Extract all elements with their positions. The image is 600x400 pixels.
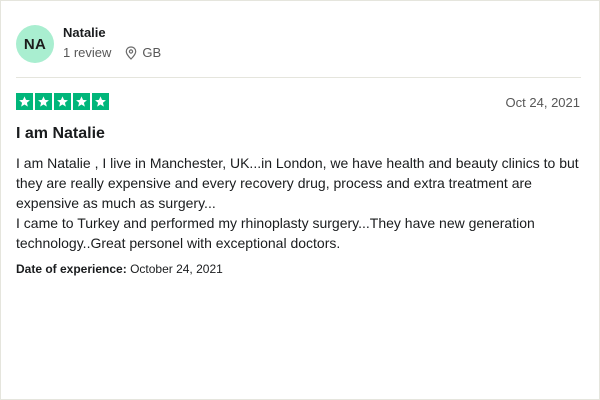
date-of-experience: Date of experience: October 24, 2021 — [16, 262, 223, 276]
star-icon — [16, 93, 33, 110]
location-pin-icon — [125, 45, 137, 60]
review-paragraph: I am Natalie , I live in Manchester, UK.… — [16, 155, 579, 211]
star-icon — [54, 93, 71, 110]
review-title[interactable]: I am Natalie — [16, 125, 105, 143]
experience-label: Date of experience: — [16, 262, 127, 276]
review-date: Oct 24, 2021 — [505, 95, 580, 110]
experience-date: October 24, 2021 — [130, 262, 223, 276]
avatar[interactable]: NA — [16, 25, 54, 63]
avatar-initials: NA — [23, 35, 47, 53]
reviewer-name[interactable]: Natalie — [63, 25, 106, 40]
review-count: 1 review — [63, 45, 112, 60]
review-paragraph: I came to Turkey and performed my rhinop… — [16, 215, 535, 251]
star-icon — [35, 93, 52, 110]
review-card: NA Natalie 1 review GB Oct 24, 2021 I am… — [0, 0, 600, 400]
star-rating — [16, 93, 109, 110]
reviewer-meta: 1 review GB — [63, 45, 161, 60]
review-body: I am Natalie , I live in Manchester, UK.… — [16, 153, 586, 253]
reviewer-country: GB — [142, 45, 162, 60]
star-icon — [92, 93, 109, 110]
star-icon — [73, 93, 90, 110]
divider — [16, 77, 581, 78]
